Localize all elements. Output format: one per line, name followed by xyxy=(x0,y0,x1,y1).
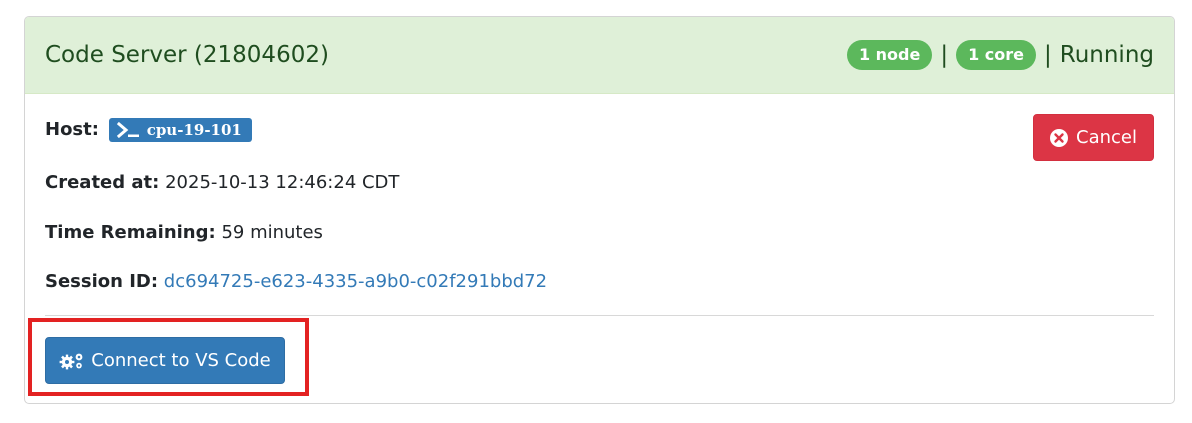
host-row: Host: cpu-19-101 xyxy=(45,118,252,142)
created-label: Created at: xyxy=(45,172,160,193)
highlight-box xyxy=(28,318,309,396)
divider xyxy=(45,315,1154,316)
card-header: Code Server (21804602) 1 node | 1 core |… xyxy=(25,17,1174,94)
cancel-button[interactable]: Cancel xyxy=(1033,114,1154,161)
time-remaining-value: 59 minutes xyxy=(221,222,323,243)
created-row: Created at: 2025-10-13 12:46:24 CDT xyxy=(45,172,399,193)
separator: | xyxy=(1044,42,1052,68)
host-label: Host: xyxy=(45,119,99,140)
cancel-label: Cancel xyxy=(1076,127,1137,148)
x-circle-icon xyxy=(1050,128,1068,147)
terminal-icon xyxy=(116,122,139,138)
host-badge[interactable]: cpu-19-101 xyxy=(108,118,252,142)
cores-badge: 1 core xyxy=(956,40,1036,70)
time-remaining-row: Time Remaining: 59 minutes xyxy=(45,222,323,243)
created-value: 2025-10-13 12:46:24 CDT xyxy=(165,172,400,193)
session-id-row: Session ID: dc694725-e623-4335-a9b0-c02f… xyxy=(45,271,547,292)
session-id-link[interactable]: dc694725-e623-4335-a9b0-c02f291bbd72 xyxy=(164,271,547,292)
time-remaining-label: Time Remaining: xyxy=(45,222,216,243)
session-title: Code Server (21804602) xyxy=(45,42,329,68)
session-id-label: Session ID: xyxy=(45,271,159,292)
host-value: cpu-19-101 xyxy=(146,121,242,139)
separator: | xyxy=(940,42,949,68)
status-text: Running xyxy=(1059,42,1154,68)
session-status-group: 1 node | 1 core | Running xyxy=(846,40,1154,70)
nodes-badge: 1 node xyxy=(846,40,933,70)
